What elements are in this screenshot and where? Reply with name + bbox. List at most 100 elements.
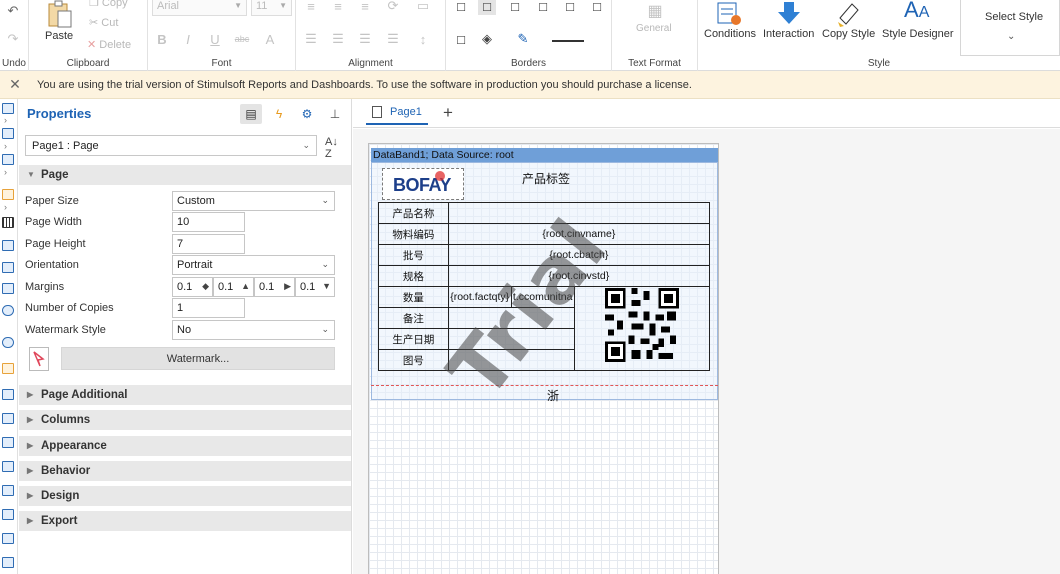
word-wrap-icon[interactable]: ▭ [414, 0, 432, 15]
logo-image[interactable]: BOFAY [382, 168, 464, 200]
orientation-select[interactable]: Portrait ⌄ [172, 255, 335, 275]
add-page-icon[interactable]: + [443, 103, 453, 123]
border-top-icon[interactable]: □ [534, 0, 552, 15]
watermark-button[interactable]: Watermark... [61, 347, 335, 370]
bold-icon[interactable]: B [153, 30, 171, 48]
conditions-button[interactable]: Conditions [704, 28, 756, 40]
property-grid-view-icon[interactable]: ▤ [240, 104, 262, 124]
border-style-icon[interactable] [552, 40, 584, 42]
label-title[interactable]: 产品标签 [522, 170, 570, 187]
chevron-right-icon[interactable]: › [4, 141, 7, 151]
report-title-band-icon[interactable] [2, 103, 14, 114]
picture-icon[interactable] [2, 557, 14, 568]
object-selector[interactable]: Page1 : Page ⌄ [25, 135, 317, 156]
footer-text[interactable]: 浙 [547, 387, 559, 404]
tab-page1[interactable]: Page1 [366, 103, 428, 125]
cut-button[interactable]: ✂ Cut [89, 16, 118, 29]
row-label[interactable]: 生产日期 [378, 328, 449, 350]
paste-button[interactable]: Paste [45, 30, 73, 42]
select-style-dropdown[interactable]: Select Style ⌄ [960, 0, 1060, 56]
rich-text-icon[interactable] [2, 437, 14, 448]
group-band-icon[interactable] [2, 154, 14, 165]
gear-icon[interactable]: ⚙ [296, 104, 318, 124]
italic-icon[interactable]: I [179, 30, 197, 48]
align-center-icon[interactable]: ☰ [329, 30, 347, 48]
font-size-select[interactable]: 11 ▼ [251, 0, 292, 16]
footer-band-icon[interactable] [2, 485, 14, 496]
row-label[interactable]: 批号 [378, 244, 449, 266]
section-page[interactable]: ▼ Page [19, 165, 351, 185]
cross-tab-icon[interactable] [2, 283, 14, 294]
chart-component-icon[interactable] [2, 262, 14, 273]
copy-style-button[interactable]: Copy Style [822, 28, 875, 40]
border-left-icon[interactable]: □ [506, 0, 524, 15]
gauge-icon[interactable] [2, 305, 14, 316]
align-left-icon[interactable]: ☰ [302, 30, 320, 48]
copies-input[interactable]: 1 [172, 298, 245, 318]
underline-icon[interactable]: U [206, 30, 224, 48]
row-value[interactable] [447, 202, 711, 224]
redo-icon[interactable]: ↷ [4, 30, 22, 48]
qr-code-icon[interactable] [605, 288, 679, 362]
close-icon[interactable]: ✕ [0, 76, 30, 93]
font-color-icon[interactable]: A [261, 30, 279, 48]
border-outline-icon[interactable]: □ [452, 30, 470, 48]
sort-az-icon[interactable]: A↓ Z [325, 136, 338, 160]
section-design[interactable]: ▶ Design [19, 486, 351, 506]
section-appearance[interactable]: ▶ Appearance [19, 436, 351, 456]
panel-icon[interactable] [2, 389, 14, 400]
barcode-icon[interactable] [2, 217, 14, 228]
row-label[interactable]: 物料编码 [378, 223, 449, 245]
border-right-icon[interactable]: □ [561, 0, 579, 15]
row-label[interactable]: 数量 [378, 286, 449, 308]
page-header-band-icon[interactable] [2, 128, 14, 139]
interaction-button[interactable]: Interaction [763, 28, 814, 40]
watermark-style-select[interactable]: No ⌄ [172, 320, 335, 340]
events-lightning-icon[interactable]: ϟ [268, 104, 290, 124]
border-none-icon[interactable]: □ [478, 0, 496, 15]
border-bottom-icon[interactable]: □ [588, 0, 606, 15]
align-justify-icon[interactable]: ☰ [384, 30, 402, 48]
table-component-icon[interactable] [2, 363, 14, 374]
chevron-right-icon[interactable]: › [4, 115, 7, 125]
border-color-icon[interactable]: ✎ [514, 30, 532, 48]
data-band-header[interactable]: DataBand1; Data Source: root [371, 148, 718, 162]
section-behavior[interactable]: ▶ Behavior [19, 461, 351, 481]
chevron-right-icon[interactable]: › [4, 167, 7, 177]
subreport-icon[interactable] [2, 413, 14, 424]
pin-icon[interactable]: ⊥ [324, 104, 346, 124]
font-family-select[interactable]: Arial ▼ [152, 0, 247, 16]
row-label[interactable]: 备注 [378, 307, 449, 329]
data-band-icon[interactable] [2, 509, 14, 520]
shape-icon[interactable] [2, 337, 14, 348]
row-label[interactable]: 规格 [378, 265, 449, 287]
text-format-value[interactable]: General [636, 23, 672, 34]
style-designer-button[interactable]: Style Designer [882, 28, 954, 40]
section-export[interactable]: ▶ Export [19, 511, 351, 531]
delete-button[interactable]: ✕ Delete [87, 38, 131, 51]
border-all-icon[interactable]: □ [452, 0, 470, 15]
page-height-input[interactable]: 7 [172, 234, 245, 254]
paper-size-select[interactable]: Custom ⌄ [172, 191, 335, 211]
section-page-additional[interactable]: ▶ Page Additional [19, 385, 351, 405]
text-format-icon[interactable]: ▦ [646, 2, 664, 20]
align-bottom-icon[interactable]: ≡ [356, 0, 374, 15]
strikethrough-icon[interactable]: abc [233, 30, 251, 48]
copy-button[interactable]: ❐ Copy [89, 0, 128, 9]
align-right-icon[interactable]: ☰ [356, 30, 374, 48]
rotate-text-icon[interactable]: ⟳ [384, 0, 402, 15]
margin-right-input[interactable]: 0.1 ▶ [254, 277, 295, 297]
undo-icon[interactable]: ↶ [4, 2, 22, 20]
header-band-icon[interactable] [2, 461, 14, 472]
chevron-right-icon[interactable]: › [4, 202, 7, 212]
report-page[interactable]: DataBand1; Data Source: root BOFAY 产品标签 … [368, 143, 719, 574]
image-component-icon[interactable] [2, 240, 14, 251]
page-width-input[interactable]: 10 [172, 212, 245, 232]
margin-top-input[interactable]: 0.1 ▲ [213, 277, 254, 297]
margin-bottom-input[interactable]: 0.1 ▼ [295, 277, 335, 297]
text-component-icon[interactable] [2, 189, 14, 200]
row-label[interactable]: 产品名称 [378, 202, 449, 224]
align-top-icon[interactable]: ≡ [302, 0, 320, 15]
hierarchical-band-icon[interactable] [2, 533, 14, 544]
line-spacing-icon[interactable]: ↕ [414, 30, 432, 48]
